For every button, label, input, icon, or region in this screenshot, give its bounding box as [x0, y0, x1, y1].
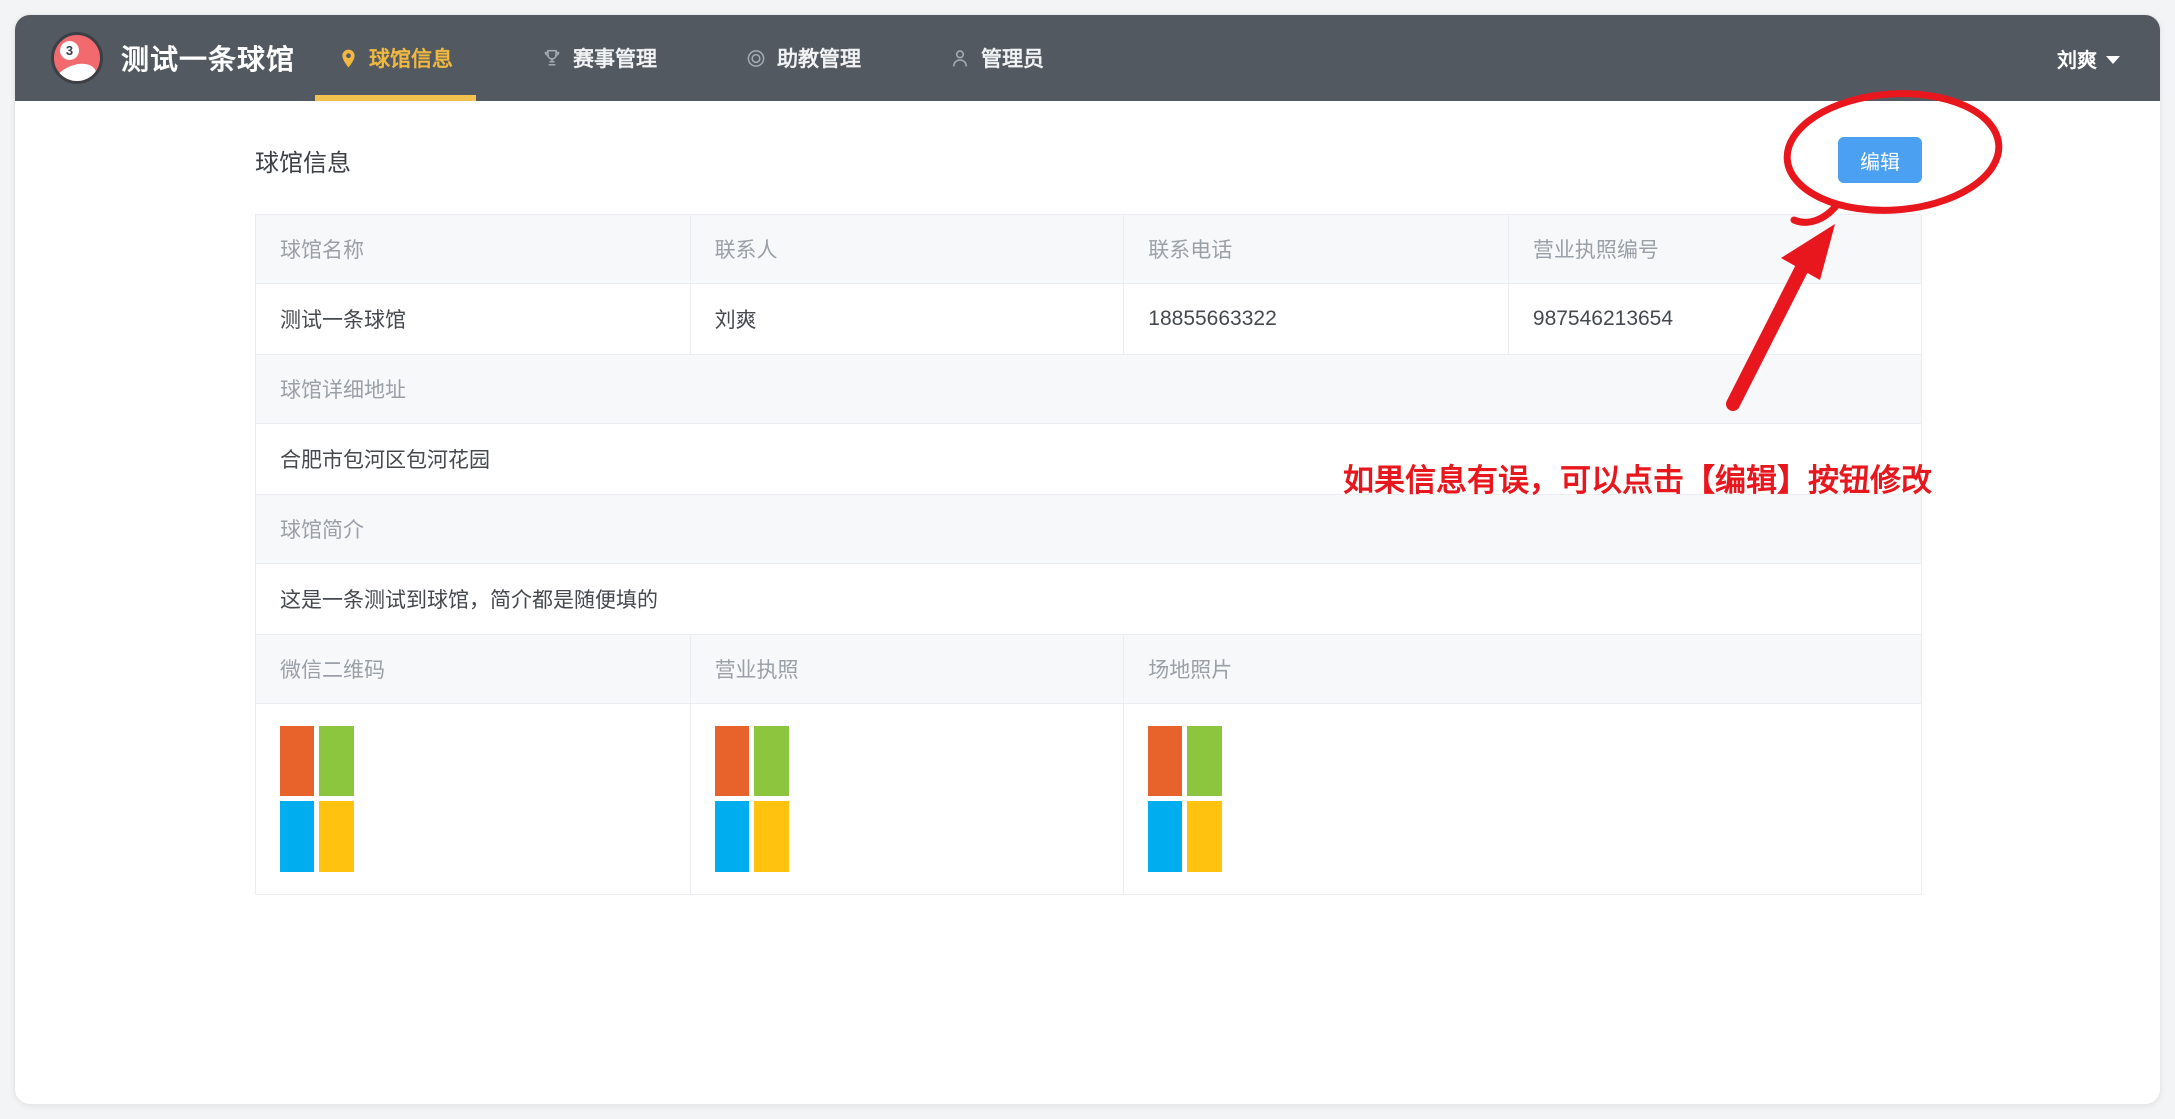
- placeholder-quadrant: [280, 726, 314, 796]
- username: 刘爽: [2057, 44, 2097, 73]
- placeholder-quadrant: [319, 726, 354, 796]
- placeholder-quadrant: [319, 801, 354, 872]
- tab-label: 助教管理: [777, 43, 861, 73]
- placeholder-quadrant: [1148, 726, 1182, 796]
- value-contact-phone: 18855663322: [1124, 284, 1509, 354]
- tab-assistant-management[interactable]: 助教管理: [722, 15, 884, 101]
- tab-admin[interactable]: 管理员: [926, 15, 1067, 101]
- placeholder-quadrant: [280, 801, 314, 872]
- tab-venue-info[interactable]: 球馆信息: [315, 15, 476, 101]
- logo-shine: [51, 57, 102, 84]
- logo-number: 3: [60, 41, 79, 60]
- app-window: 3 测试一条球馆 球馆信息 赛事管理: [14, 14, 2161, 1105]
- intro-header-row: 球馆简介: [256, 495, 1921, 564]
- placeholder-quadrant: [715, 726, 749, 796]
- table-header-row: 球馆名称 联系人 联系电话 营业执照编号: [256, 215, 1921, 284]
- page-background: 3 测试一条球馆 球馆信息 赛事管理: [0, 0, 2175, 1119]
- annotation-text: 如果信息有误，可以点击【编辑】按钮修改: [1343, 455, 1932, 500]
- person-icon: [949, 47, 971, 70]
- venue-photo-placeholder-image: [1148, 726, 1222, 872]
- header-venue-photo: 场地照片: [1124, 635, 1921, 703]
- table-value-row: 测试一条球馆 刘爽 18855663322 987546213654: [256, 284, 1921, 355]
- placeholder-quadrant: [1187, 801, 1222, 872]
- header-intro: 球馆简介: [256, 495, 1921, 563]
- images-header-row: 微信二维码 营业执照 场地照片: [256, 635, 1921, 704]
- header-business-license: 营业执照: [691, 635, 1125, 703]
- placeholder-quadrant: [715, 801, 749, 872]
- edit-button[interactable]: 编辑: [1838, 137, 1922, 183]
- chevron-down-icon: [2106, 56, 2120, 64]
- main-content: 球馆信息 编辑 球馆名称 联系人 联系电话 营业执照编号 测试一条球馆 刘爽 1…: [15, 134, 2160, 895]
- header-venue-name: 球馆名称: [256, 215, 691, 283]
- billiard-ball-logo-icon: 3: [51, 32, 103, 84]
- brand-title: 测试一条球馆: [121, 38, 295, 78]
- page-title: 球馆信息: [255, 143, 351, 178]
- value-intro: 这是一条测试到球馆，简介都是随便填的: [256, 564, 1921, 634]
- brand: 3 测试一条球馆: [51, 32, 295, 84]
- business-license-image-cell: [691, 704, 1125, 894]
- header-contact-person: 联系人: [691, 215, 1125, 283]
- value-contact-person: 刘爽: [691, 284, 1125, 354]
- tab-label: 球馆信息: [369, 43, 453, 73]
- placeholder-quadrant: [1148, 801, 1182, 872]
- tab-event-management[interactable]: 赛事管理: [518, 15, 680, 101]
- value-license-number: 987546213654: [1509, 284, 1921, 354]
- placeholder-quadrant: [1187, 726, 1222, 796]
- business-license-placeholder-image: [715, 726, 789, 872]
- placeholder-quadrant: [754, 801, 789, 872]
- nav-tabs: 球馆信息 赛事管理 助教管理: [315, 15, 1109, 101]
- address-header-row: 球馆详细地址: [256, 355, 1921, 424]
- title-row: 球馆信息 编辑: [255, 134, 1922, 186]
- intro-value-row: 这是一条测试到球馆，简介都是随便填的: [256, 564, 1921, 635]
- tab-label: 赛事管理: [573, 43, 657, 73]
- whistle-icon: [745, 47, 767, 70]
- images-row: [256, 704, 1921, 894]
- venue-info-table: 球馆名称 联系人 联系电话 营业执照编号 测试一条球馆 刘爽 188556633…: [255, 214, 1922, 895]
- header-license-number: 营业执照编号: [1509, 215, 1921, 283]
- tab-label: 管理员: [981, 43, 1044, 73]
- wechat-qr-image-cell: [256, 704, 691, 894]
- placeholder-quadrant: [754, 726, 789, 796]
- venue-photo-image-cell: [1124, 704, 1921, 894]
- header-contact-phone: 联系电话: [1124, 215, 1509, 283]
- wechat-qr-placeholder-image: [280, 726, 354, 872]
- location-pin-icon: [338, 47, 359, 70]
- header-wechat-qr: 微信二维码: [256, 635, 691, 703]
- value-venue-name: 测试一条球馆: [256, 284, 691, 354]
- header-address: 球馆详细地址: [256, 355, 1921, 423]
- user-menu[interactable]: 刘爽: [2057, 44, 2120, 73]
- top-navbar: 3 测试一条球馆 球馆信息 赛事管理: [15, 15, 2160, 101]
- trophy-icon: [541, 47, 563, 70]
